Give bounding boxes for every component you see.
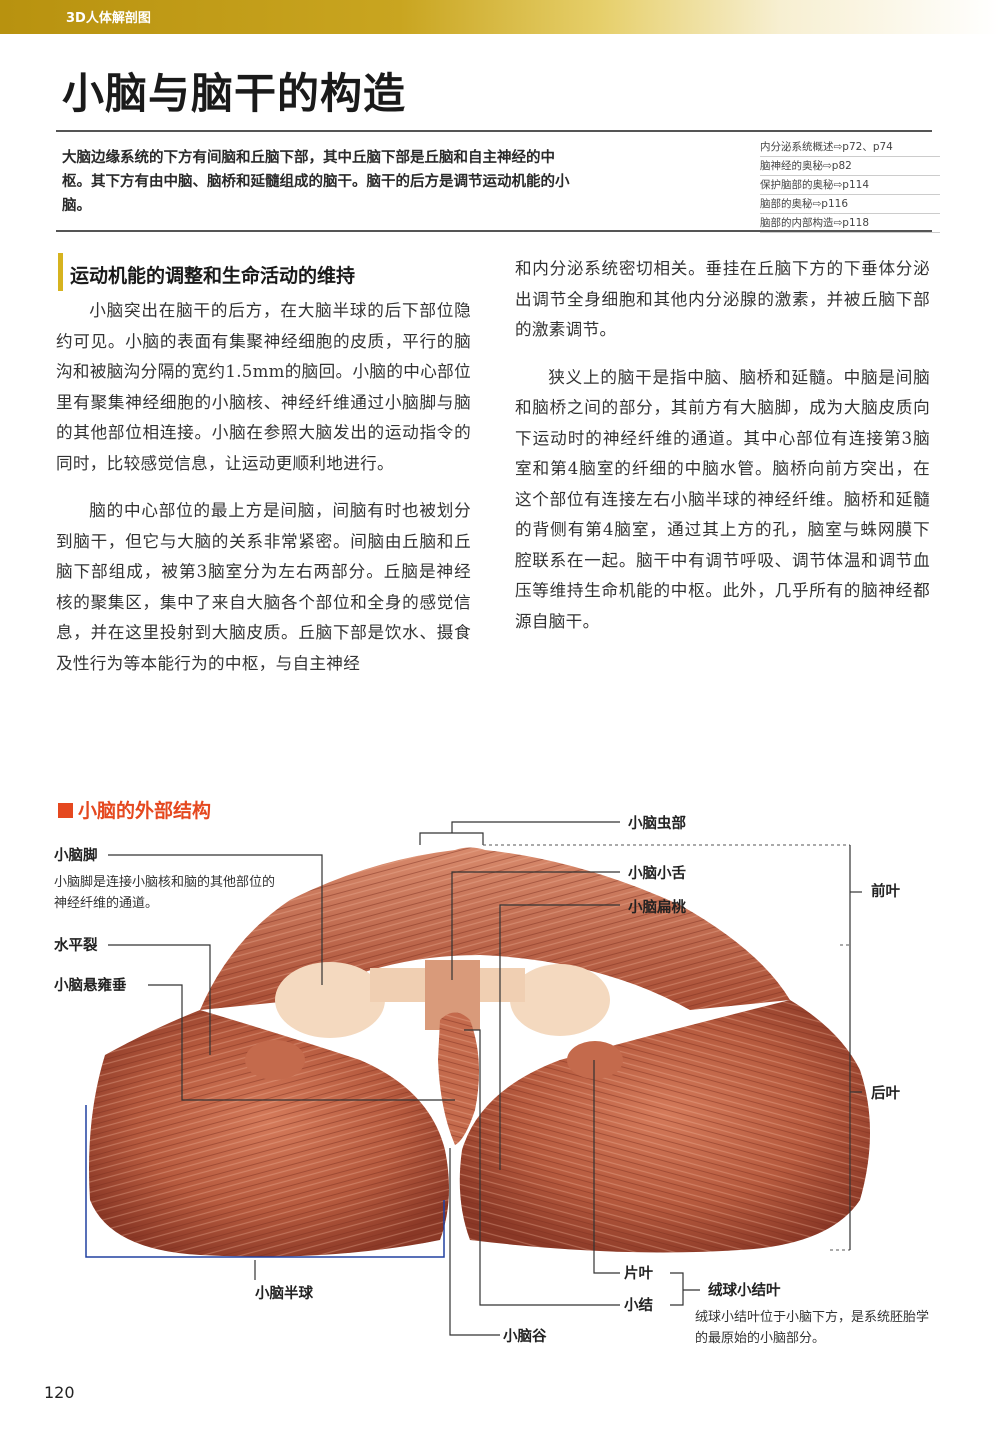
peduncle-cut-left: [275, 962, 385, 1038]
note-peduncle: 小脑脚是连接小脑核和脑的其他部位的神经纤维的通道。: [54, 875, 276, 911]
cerebellum-illustration: [85, 821, 870, 1336]
label-anterior-lobe: 前叶: [871, 884, 900, 900]
label-tonsil: 小脑扁桃: [628, 900, 686, 916]
label-uvula: 小脑悬雍垂: [54, 978, 127, 994]
label-posterior-lobe: 后叶: [871, 1086, 900, 1102]
label-hemisphere: 小脑半球: [255, 1286, 313, 1302]
label-nodulus: 小结: [624, 1298, 653, 1314]
label-vermis: 小脑虫部: [628, 816, 686, 832]
label-lingula: 小脑小舌: [628, 866, 686, 882]
label-flocculonodular: 绒球小结叶: [708, 1283, 781, 1299]
page-number: 120: [44, 1383, 75, 1402]
flocculus-right: [567, 1041, 623, 1079]
label-vallecula: 小脑谷: [503, 1329, 547, 1345]
note-flocculonodular: 绒球小结叶位于小脑下方，是系统胚胎学的最原始的小脑部分。: [695, 1310, 930, 1346]
flocculus-left: [245, 1040, 305, 1080]
label-flocculus: 片叶: [624, 1266, 653, 1282]
label-peduncle: 小脑脚: [54, 848, 98, 864]
label-horizontal-fissure: 水平裂: [54, 938, 98, 954]
